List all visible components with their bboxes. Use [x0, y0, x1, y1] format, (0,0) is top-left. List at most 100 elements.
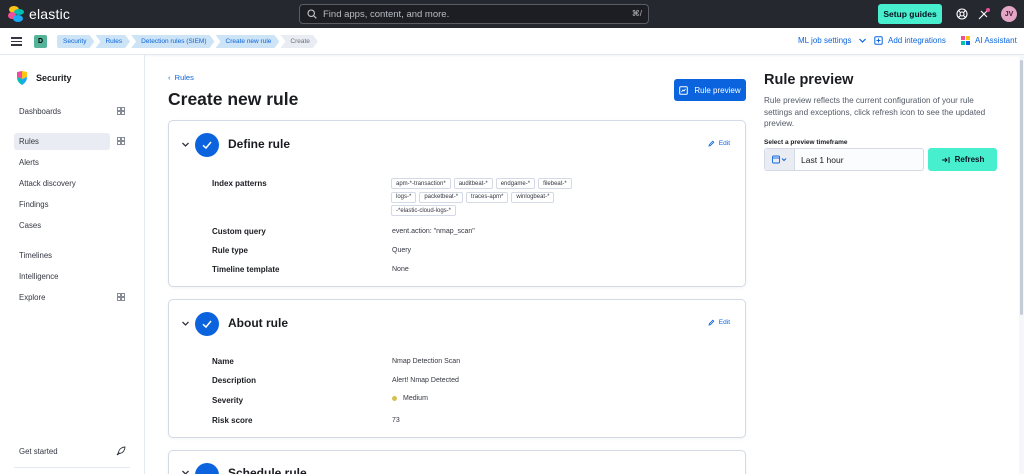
back-to-rules-link[interactable]: ‹ Rules: [168, 73, 194, 82]
step-number-icon: [195, 463, 219, 474]
description-label: Description: [212, 376, 257, 385]
back-link-label: Rules: [174, 73, 194, 82]
panel-grid-icon[interactable]: [117, 137, 125, 145]
ml-job-settings-label: ML job settings: [798, 36, 852, 45]
sidebar-item-timelines[interactable]: Timelines: [14, 247, 110, 264]
about-rule-title: About rule: [228, 316, 288, 330]
sidebar-item-rules[interactable]: Rules: [14, 133, 110, 150]
severity-text: Medium: [403, 395, 428, 402]
add-integrations-button[interactable]: Add integrations: [874, 36, 946, 45]
schedule-rule-panel: Schedule rule: [168, 450, 746, 474]
search-icon: [307, 9, 317, 19]
breadcrumb-security[interactable]: Security: [57, 35, 94, 48]
refresh-label: Refresh: [954, 155, 985, 164]
breadcrumb: Security Rules Detection rules (SIEM) Cr…: [57, 35, 319, 48]
ml-job-settings-button[interactable]: ML job settings: [798, 36, 867, 45]
help-icon[interactable]: [956, 8, 968, 20]
rule-preview-label: Rule preview: [694, 85, 741, 95]
security-logo-icon: [17, 71, 27, 85]
brand-name: elastic: [29, 6, 71, 22]
severity-dot-icon: [392, 395, 397, 401]
chevron-down-icon: [858, 38, 866, 43]
timeline-template-label: Timeline template: [212, 265, 280, 274]
step-complete-icon: [195, 312, 219, 336]
sidebar-item-intelligence[interactable]: Intelligence: [14, 268, 110, 285]
refresh-icon: [941, 156, 950, 163]
sidebar-divider: [14, 467, 130, 468]
sidebar-item-explore[interactable]: Explore: [14, 289, 110, 306]
menu-icon[interactable]: [11, 37, 22, 46]
global-search-input[interactable]: Find apps, content, and more. ⌘/: [299, 4, 649, 24]
index-pattern-tag: auditbeat-*: [453, 178, 493, 189]
chevron-left-icon: ‹: [168, 73, 171, 82]
ai-assistant-icon: [961, 36, 970, 45]
rule-preview-description: Rule preview reflects the current config…: [764, 96, 986, 128]
risk-score-value: 73: [392, 417, 400, 424]
setup-guides-button[interactable]: Setup guides: [878, 4, 942, 24]
define-rule-title: Define rule: [228, 137, 291, 151]
define-rule-edit-button[interactable]: Edit: [708, 140, 730, 147]
panel-grid-icon[interactable]: [117, 293, 125, 301]
schedule-rule-title: Schedule rule: [228, 466, 307, 474]
timeline-template-value: None: [392, 266, 409, 273]
rule-type-value: Query: [392, 247, 412, 254]
chevron-down-icon[interactable]: [181, 468, 190, 474]
refresh-button[interactable]: Refresh: [928, 148, 997, 171]
pencil-icon: [708, 319, 715, 326]
user-avatar[interactable]: JV: [1001, 6, 1017, 22]
sidebar-item-alerts[interactable]: Alerts: [14, 154, 110, 171]
about-rule-header[interactable]: About rule Edit: [169, 300, 745, 350]
index-pattern-tag: -*elastic-cloud-logs-*: [391, 205, 457, 216]
rule-name-value: Nmap Detection Scan: [392, 358, 461, 365]
about-rule-panel: About rule Edit Name Nmap Detection Scan…: [168, 299, 746, 438]
elastic-logo-icon: [8, 6, 24, 22]
index-pattern-tag: endgame-*: [495, 178, 536, 189]
chevron-down-icon[interactable]: [181, 319, 190, 328]
rocket-icon: [116, 446, 126, 456]
index-patterns-label: Index patterns: [212, 179, 267, 188]
edit-label: Edit: [718, 319, 730, 326]
sidebar-title: Security: [36, 73, 72, 83]
breadcrumb-bar: D Security Rules Detection rules (SIEM) …: [0, 28, 1024, 55]
sidebar-item-cases[interactable]: Cases: [14, 217, 110, 234]
sidebar-item-dashboards[interactable]: Dashboards: [14, 103, 110, 120]
breadcrumb-detection-rules[interactable]: Detection rules (SIEM): [131, 35, 214, 48]
about-rule-edit-button[interactable]: Edit: [708, 319, 730, 326]
rule-name-label: Name: [212, 357, 234, 366]
chevron-down-icon[interactable]: [181, 140, 190, 149]
sidebar-item-get-started[interactable]: Get started: [14, 443, 110, 460]
page-title: Create new rule: [168, 89, 299, 109]
index-pattern-tag: winlogbeat-*: [511, 191, 555, 203]
rule-preview-title: Rule preview: [764, 72, 854, 88]
sidebar-item-attack-discovery[interactable]: Attack discovery: [14, 175, 110, 192]
index-pattern-tag: logs-*: [391, 191, 417, 203]
preview-timeframe-picker[interactable]: Last 1 hour: [764, 148, 924, 171]
edit-label: Edit: [718, 140, 730, 147]
custom-query-label: Custom query: [212, 227, 266, 236]
pencil-icon: [708, 140, 715, 147]
risk-score-label: Risk score: [212, 416, 253, 425]
search-shortcut: ⌘/: [631, 9, 642, 18]
custom-query-value: event.action: "nmap_scan": [392, 228, 475, 235]
elastic-logo[interactable]: elastic: [8, 6, 128, 22]
description-value: Alert! Nmap Detected: [392, 377, 459, 384]
space-avatar[interactable]: D: [34, 35, 47, 48]
rule-preview-button[interactable]: Rule preview: [674, 79, 746, 101]
news-feed-icon[interactable]: [978, 8, 990, 20]
sidebar-item-findings[interactable]: Findings: [14, 196, 110, 213]
index-pattern-tag: packetbeat-*: [419, 191, 464, 203]
ai-assistant-label: AI Assistant: [975, 36, 1017, 45]
calendar-icon[interactable]: [765, 149, 795, 170]
ai-assistant-button[interactable]: AI Assistant: [961, 36, 1017, 45]
preview-icon: [679, 85, 689, 95]
severity-value: Medium: [392, 395, 428, 402]
define-rule-header[interactable]: Define rule Edit: [169, 121, 745, 171]
page-scrollbar-thumb[interactable]: [1020, 60, 1023, 315]
breadcrumb-create: Create: [280, 35, 318, 48]
sidebar-header[interactable]: Security: [16, 71, 72, 85]
breadcrumb-rules[interactable]: Rules: [95, 35, 130, 48]
panel-grid-icon[interactable]: [117, 107, 125, 115]
integrations-icon: [874, 36, 883, 45]
preview-timeframe-label: Select a preview timeframe: [764, 139, 848, 146]
breadcrumb-create-new-rule[interactable]: Create new rule: [216, 35, 280, 48]
